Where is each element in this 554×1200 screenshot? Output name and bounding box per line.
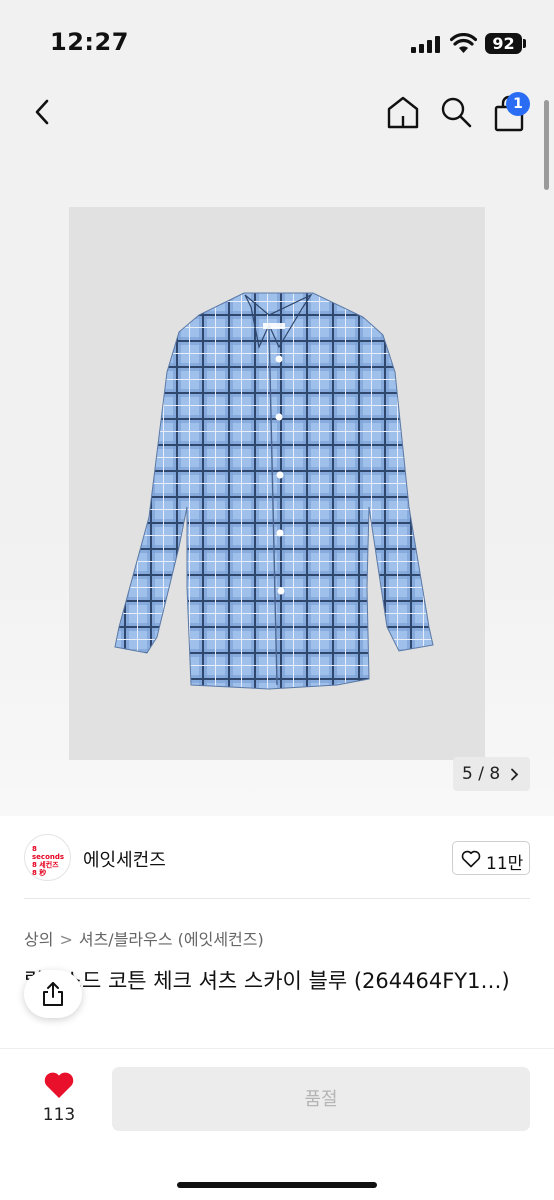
brand-logo-line: 8 秒 <box>32 869 47 877</box>
heart-outline-icon <box>461 850 481 868</box>
section-divider <box>24 898 530 899</box>
brand-row: 8 seconds 8 세컨즈 8 秒 에잇세컨즈 11만 <box>0 816 554 900</box>
search-icon[interactable] <box>438 94 474 130</box>
home-indicator <box>177 1182 377 1188</box>
chevron-right-icon <box>511 768 519 781</box>
chevron-left-icon[interactable] <box>28 95 58 129</box>
brand-name[interactable]: 에잇세컨즈 <box>83 846 166 872</box>
heart-filled-icon[interactable] <box>43 1071 75 1099</box>
breadcrumb-item-tops[interactable]: 상의 <box>24 926 53 950</box>
share-button[interactable] <box>24 970 82 1018</box>
product-image[interactable] <box>69 207 485 760</box>
battery-indicator: 92 <box>485 33 522 54</box>
status-time: 12:27 <box>50 28 129 56</box>
scroll-indicator[interactable] <box>544 100 549 190</box>
home-icon[interactable] <box>385 94 421 130</box>
bottom-bar: 113 품절 <box>0 1049 554 1200</box>
breadcrumb-item-shirts[interactable]: 셔츠/블라우스 (에잇세컨즈) <box>79 926 264 950</box>
brand-logo-line: 8 seconds <box>32 845 65 861</box>
image-counter-text: 5 / 8 <box>462 764 501 784</box>
battery-tip <box>523 39 526 48</box>
breadcrumb-separator: > <box>59 930 73 949</box>
sold-out-button[interactable]: 품절 <box>112 1067 530 1131</box>
brand-logo-text: 8 seconds 8 세컨즈 8 秒 <box>32 845 70 877</box>
wifi-icon <box>450 33 477 53</box>
cellular-signal-icon <box>411 36 440 53</box>
wish-count: 113 <box>42 1105 76 1125</box>
brand-like-count: 11만 <box>486 854 524 874</box>
image-counter[interactable]: 5 / 8 <box>453 757 530 791</box>
product-title: 릴렉스드 코튼 체크 셔츠 스카이 블루 (264464FY1…) <box>24 969 510 993</box>
cart-count-badge: 1 <box>506 92 530 116</box>
brand-like-button[interactable]: 11만 <box>452 841 530 875</box>
shirt-illustration <box>114 292 434 690</box>
breadcrumb: 상의 > 셔츠/블라우스 (에잇세컨즈) <box>24 926 264 950</box>
brand-logo[interactable]: 8 seconds 8 세컨즈 8 秒 <box>24 834 71 881</box>
brand-logo-line: 8 세컨즈 <box>32 861 59 869</box>
status-bar: 12:27 92 <box>0 0 554 88</box>
share-icon <box>43 982 63 1006</box>
